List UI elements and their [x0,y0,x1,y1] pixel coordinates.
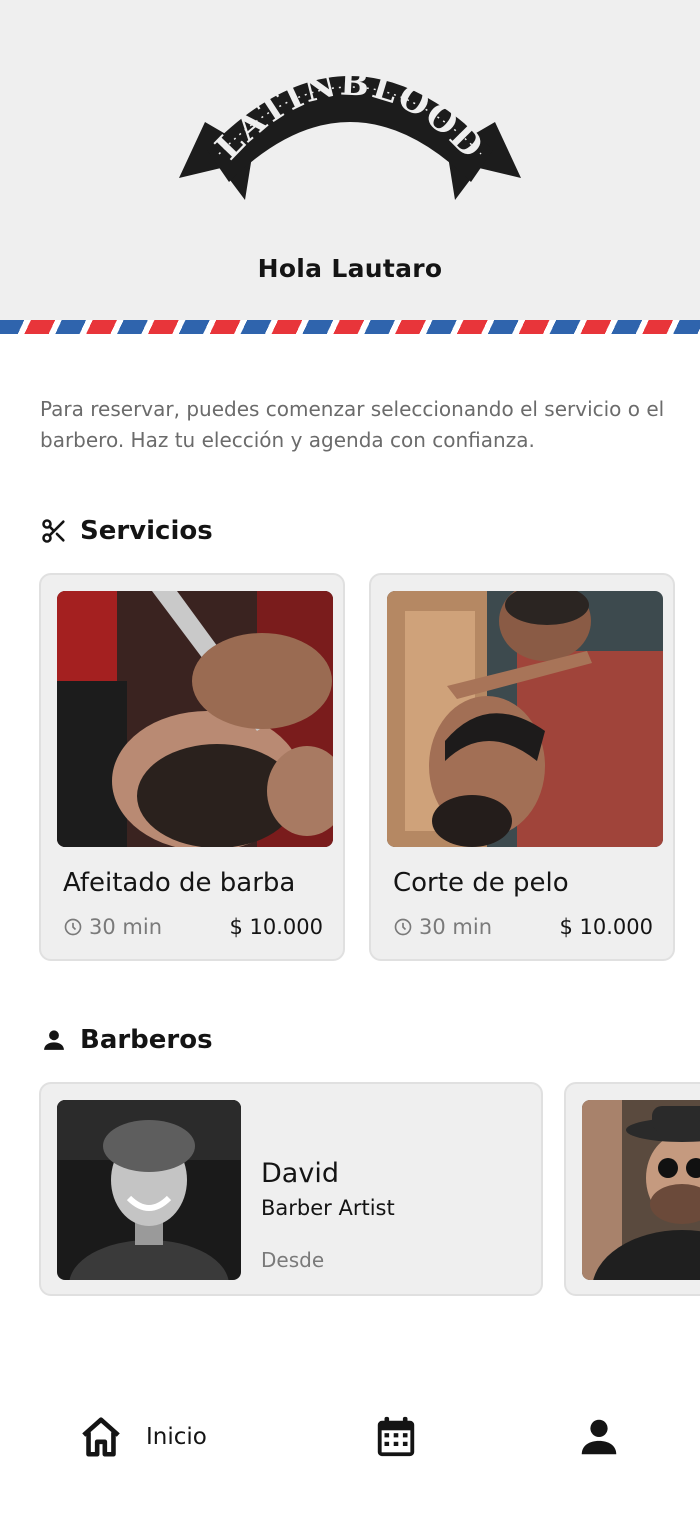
services-title: Servicios [80,516,213,546]
greeting-title: Hola Lautaro [257,254,443,283]
home-icon [82,1417,120,1457]
nav-calendar[interactable] [373,1414,419,1460]
service-meta: 30 min $ 10.000 [63,915,323,939]
service-name: Corte de pelo [393,868,569,898]
services-heading: Servicios [40,516,213,546]
barber-price-from: Desde [261,1248,325,1272]
service-duration: 30 min [393,915,492,939]
service-price: $ 10.000 [229,915,323,939]
barber-card-next[interactable] [564,1082,700,1296]
airmail-stripe [0,320,700,334]
nav-profile[interactable] [576,1414,622,1460]
nav-home-label: Inicio [146,1424,207,1450]
service-card-afeitado[interactable]: Afeitado de barba 30 min $ 10.000 [39,573,345,961]
latinblood-logo: LATINBLOOD [179,63,521,200]
intro-text: Para reservar, puedes comenzar seleccion… [40,397,665,452]
clock-icon [394,918,412,936]
service-duration: 30 min [63,915,162,939]
barber-role: Barber Artist [261,1196,395,1220]
barber-avatar [582,1100,700,1280]
barber-avatar [57,1100,241,1280]
service-name: Afeitado de barba [63,868,296,898]
barbers-title: Barberos [80,1025,213,1055]
service-price: $ 10.000 [559,915,653,939]
service-meta: 30 min $ 10.000 [393,915,653,939]
barber-name: David [261,1158,339,1189]
barbers-heading: Barberos [40,1025,213,1055]
service-card-corte[interactable]: Corte de pelo 30 min $ 10.000 [369,573,675,961]
beard-shave-photo [57,591,333,847]
calendar-icon [377,1416,415,1457]
profile-icon [581,1419,617,1455]
clock-icon [64,918,82,936]
bottom-nav: Inicio [0,1380,700,1500]
header: LATINBLOOD Hola Lautaro [0,0,700,320]
barber-card-david[interactable]: David Barber Artist Desde [39,1082,543,1296]
haircut-photo [387,591,663,847]
person-icon [44,1030,64,1050]
nav-home[interactable]: Inicio [78,1414,207,1460]
scissors-icon [42,519,65,543]
